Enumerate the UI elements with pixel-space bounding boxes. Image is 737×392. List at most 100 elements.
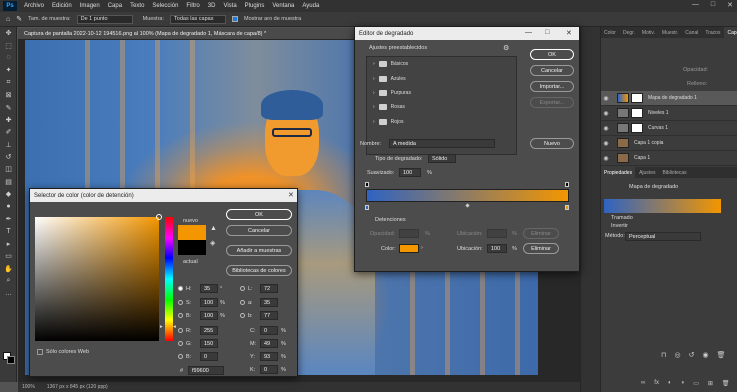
frame-tool-icon[interactable]: ⊠ xyxy=(0,89,17,101)
history-brush-icon[interactable]: ↺ xyxy=(0,151,17,163)
cancel-button[interactable]: Cancelar xyxy=(226,225,292,236)
folder-icon[interactable]: ▭ xyxy=(693,380,699,387)
eyedropper-tool-icon[interactable]: ✎ xyxy=(0,101,17,113)
gradient-tool-icon[interactable]: ▤ xyxy=(0,176,17,188)
s-radio[interactable] xyxy=(178,300,183,305)
color-midpoint[interactable] xyxy=(465,203,470,208)
zoom-level[interactable]: 100% xyxy=(22,384,35,390)
a-field[interactable]: 35 xyxy=(260,298,278,307)
list-item[interactable]: › Básicos xyxy=(367,57,516,71)
type-tool-icon[interactable]: T xyxy=(0,225,17,237)
blue-field[interactable]: 0 xyxy=(200,352,218,361)
menu-filtro[interactable]: Filtro xyxy=(182,3,203,9)
a-radio[interactable] xyxy=(240,300,245,305)
eyedropper-icon[interactable]: ✎ xyxy=(16,15,22,23)
magic-wand-tool-icon[interactable]: ✦ xyxy=(0,64,17,76)
r-radio[interactable] xyxy=(178,328,183,333)
tab-paths[interactable]: Trazos xyxy=(702,30,723,36)
opacity-stop-right[interactable] xyxy=(565,182,569,187)
layer-mask-thumbnail[interactable] xyxy=(631,93,643,103)
eraser-tool-icon[interactable]: ◫ xyxy=(0,163,17,175)
maximize-icon[interactable]: □ xyxy=(711,1,715,9)
crop-tool-icon[interactable]: ⌗ xyxy=(0,77,17,89)
show-ring-checkbox[interactable] xyxy=(232,16,239,22)
adjustment-icon[interactable]: ◑ xyxy=(681,380,685,387)
l-radio[interactable] xyxy=(240,286,245,291)
color-stop-left[interactable] xyxy=(365,205,369,210)
menu-seleccion[interactable]: Selección xyxy=(148,3,182,9)
h-radio[interactable] xyxy=(178,286,183,291)
move-tool-icon[interactable]: ✥ xyxy=(0,27,17,39)
document-tab[interactable]: Captura de pantalla 2022-10-12 194516.pn… xyxy=(18,28,361,40)
new-button[interactable]: Nuevo xyxy=(530,138,574,149)
ok-button[interactable]: OK xyxy=(226,209,292,220)
stop-opacity-field[interactable] xyxy=(399,229,419,238)
opacity-stop-left[interactable] xyxy=(365,182,369,187)
list-item[interactable]: › Rosas xyxy=(367,100,516,114)
shape-tool-icon[interactable]: ▭ xyxy=(0,250,17,262)
m-field[interactable]: 49 xyxy=(260,339,278,348)
menu-edicion[interactable]: Edición xyxy=(48,3,76,9)
web-only-checkbox[interactable] xyxy=(37,349,43,355)
delete-color-stop-button[interactable]: Eliminar xyxy=(523,243,559,254)
color-libraries-button[interactable]: Bibliotecas de colores xyxy=(226,265,292,276)
g-field[interactable]: 150 xyxy=(200,339,218,348)
cancel-button[interactable]: Cancelar xyxy=(530,65,574,76)
gradient-bar[interactable] xyxy=(366,189,569,202)
visibility-eye-icon[interactable]: ◉ xyxy=(601,110,611,117)
minimize-icon[interactable]: — xyxy=(692,1,699,9)
g-radio[interactable] xyxy=(178,341,183,346)
lasso-tool-icon[interactable]: ◌ xyxy=(0,52,17,64)
visibility-eye-icon[interactable]: ◉ xyxy=(601,140,611,147)
trash-icon[interactable]: 🗑 xyxy=(717,351,726,359)
stop-location-field[interactable]: 100 xyxy=(487,244,507,253)
clip-layer-icon[interactable]: ⊓ xyxy=(661,351,666,359)
tab-swatches[interactable]: Muestr. xyxy=(659,30,681,36)
layer-mask-thumbnail[interactable] xyxy=(631,108,643,118)
c-field[interactable]: 0 xyxy=(260,326,278,335)
tab-properties[interactable]: Propiedades xyxy=(601,167,636,178)
tab-adjustments[interactable]: Ajustes xyxy=(636,170,658,176)
current-color-swatch[interactable] xyxy=(178,240,206,255)
s-field[interactable]: 100 xyxy=(200,298,218,307)
import-button[interactable]: Importar... xyxy=(530,81,574,92)
new-layer-icon[interactable]: ⊞ xyxy=(708,380,713,387)
view-previous-icon[interactable]: ◎ xyxy=(674,351,680,359)
name-field[interactable]: A medida xyxy=(389,139,495,148)
home-icon[interactable]: ⌂ xyxy=(6,16,10,23)
l-field[interactable]: 72 xyxy=(260,284,278,293)
hex-field[interactable]: f99600 xyxy=(188,366,224,375)
close-icon[interactable]: ✕ xyxy=(288,191,294,199)
gradient-map-preview[interactable] xyxy=(604,199,721,213)
layer-row[interactable]: ◉ Curvas 1 xyxy=(601,121,737,136)
menu-ventana[interactable]: Ventana xyxy=(268,3,298,9)
chevron-down-icon[interactable]: › xyxy=(421,245,423,251)
layer-mask-thumbnail[interactable] xyxy=(631,123,643,133)
stamp-tool-icon[interactable]: ⊥ xyxy=(0,139,17,151)
tab-libraries[interactable]: Bibliotecas xyxy=(659,170,689,176)
visibility-eye-icon[interactable]: ◉ xyxy=(601,95,611,102)
b-field[interactable]: 100 xyxy=(200,311,218,320)
menu-ayuda[interactable]: Ayuda xyxy=(298,3,323,9)
hue-slider[interactable] xyxy=(165,217,173,341)
visibility-eye-icon[interactable]: ◉ xyxy=(601,125,611,132)
layer-row[interactable]: ◉ Niveles 1 xyxy=(601,106,737,121)
lab-b-field[interactable]: 77 xyxy=(260,311,278,320)
background-color-swatch[interactable] xyxy=(7,356,15,364)
ok-button[interactable]: OK xyxy=(530,49,574,60)
add-to-swatches-button[interactable]: Añadir a muestras xyxy=(226,245,292,256)
menu-texto[interactable]: Texto xyxy=(126,3,148,9)
menu-archivo[interactable]: Archivo xyxy=(20,3,48,9)
pen-tool-icon[interactable]: ✒ xyxy=(0,213,17,225)
mask-icon[interactable]: ◐ xyxy=(668,380,672,387)
menu-capa[interactable]: Capa xyxy=(104,3,126,9)
list-item[interactable]: › Azules xyxy=(367,71,516,85)
healing-tool-icon[interactable]: ✚ xyxy=(0,114,17,126)
presets-gear-icon[interactable]: ⚙ xyxy=(503,44,509,52)
sample-select[interactable]: Todas las capas xyxy=(170,14,227,24)
tab-channels[interactable]: Canal xyxy=(682,30,701,36)
lab-b-radio[interactable] xyxy=(240,313,245,318)
list-item[interactable]: › Rojos xyxy=(367,115,516,129)
tab-color[interactable]: Color xyxy=(601,30,619,36)
h-field[interactable]: 35 xyxy=(200,284,218,293)
